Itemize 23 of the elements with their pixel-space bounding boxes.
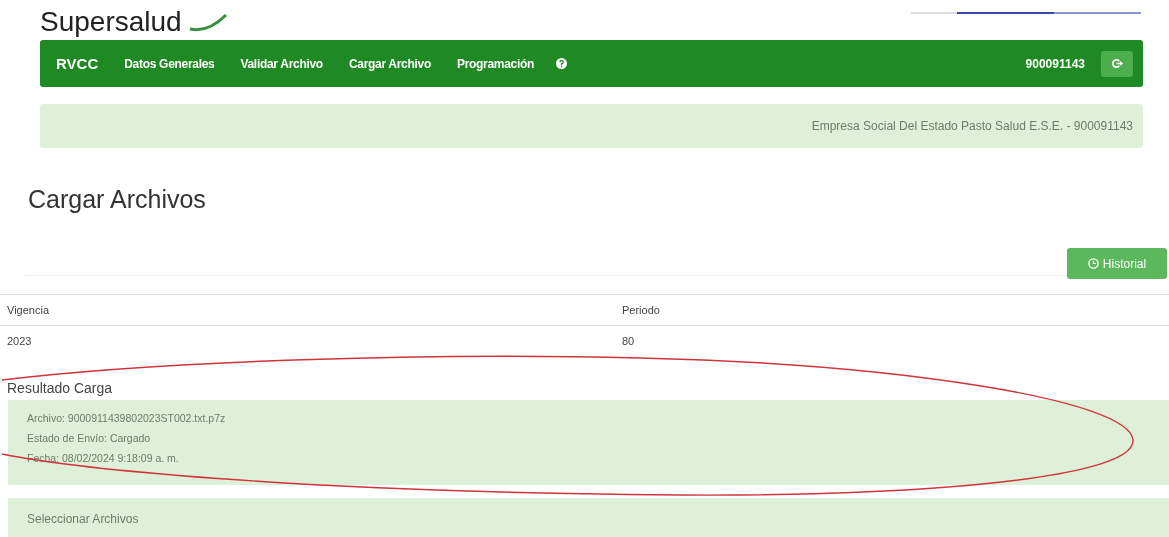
user-id: 900091143 <box>1025 56 1085 71</box>
nav-link[interactable]: Datos Generales <box>124 56 215 71</box>
nav-link[interactable]: Cargar Archivo <box>348 56 431 71</box>
brand[interactable]: RVCC <box>56 55 99 72</box>
result-line: Estado de Envío: Cargado <box>27 432 152 444</box>
clock-icon <box>1087 258 1099 269</box>
result-line: Archivo: 9000911439802023ST002.txt.p7z <box>27 412 227 424</box>
history-button[interactable]: Historial <box>1067 248 1167 279</box>
nav-link[interactable]: Validar Archivo <box>240 56 323 71</box>
logout-button[interactable] <box>1101 50 1133 77</box>
section-title: Resultado Carga <box>7 380 114 396</box>
logo-swoosh-icon <box>187 11 228 33</box>
page-title: Cargar Archivos <box>28 185 207 214</box>
nav-link[interactable]: Programación <box>456 56 535 71</box>
table-cell-text: 2023 <box>6 335 33 347</box>
logout-icon <box>1111 58 1123 69</box>
help-icon[interactable] <box>556 58 568 69</box>
column-header: Periodo <box>621 304 661 316</box>
panel-title: Seleccionar Archivos <box>27 512 139 526</box>
logo-text: Supersalud <box>40 8 182 36</box>
entity-name: Empresa Social Del Estado Pasto Salud E.S.E. - 900091143 <box>811 119 1133 133</box>
column-header: Vigencia <box>6 304 50 316</box>
table-cell-text: 80 <box>621 335 636 347</box>
